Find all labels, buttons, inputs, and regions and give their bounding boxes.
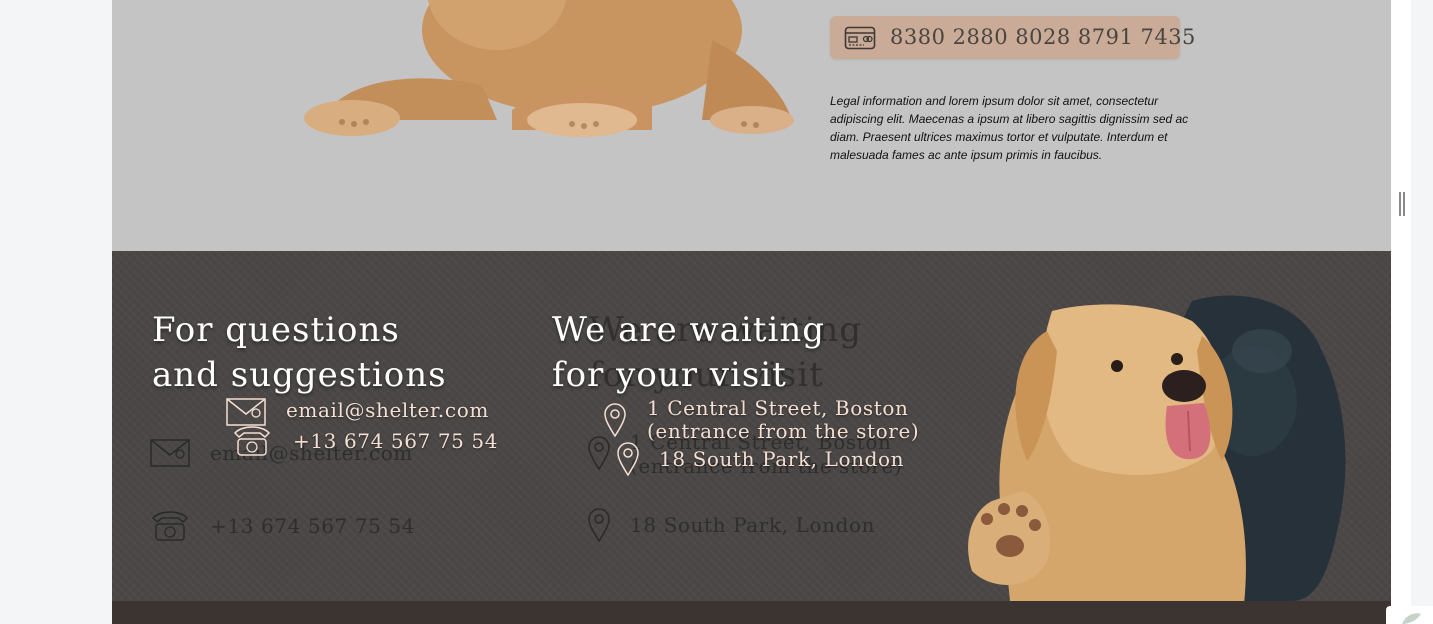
- location-pin-icon: [617, 442, 639, 476]
- footer-bottom-bar: [112, 601, 1391, 624]
- address-1: 1 Central Street, Boston (entrance from …: [647, 396, 920, 443]
- leaf-icon: [1402, 613, 1421, 624]
- ghost-phone: +13 674 567 75 54: [210, 514, 416, 538]
- location-pin-icon: [588, 436, 610, 470]
- address-2: 18 South Park, London: [659, 447, 905, 471]
- phone-link[interactable]: +13 674 567 75 54: [293, 429, 498, 453]
- email-link[interactable]: email@shelter.com: [286, 398, 489, 422]
- location-pin-icon: [588, 508, 610, 542]
- telephone-icon: [233, 426, 271, 456]
- ghost-address-2: 18 South Park, London: [630, 513, 876, 537]
- contact-title: For questions and suggestions: [152, 310, 447, 395]
- footer: We are waiting for your visit email@shel…: [112, 251, 1391, 624]
- location-pin-icon: [604, 403, 626, 437]
- page-content: 8380 2880 8028 8791 7435 Legal informati…: [112, 0, 1391, 624]
- card-number: 8380 2880 8028 8791 7435: [890, 25, 1196, 49]
- legal-info: Legal information and lorem ipsum dolor …: [830, 94, 1189, 162]
- credit-card-icon: [844, 26, 876, 50]
- scrollbar-handle[interactable]: [1399, 192, 1405, 216]
- visit-title: We are waiting for your visit: [552, 310, 826, 395]
- scrollbar-track[interactable]: [1391, 0, 1411, 624]
- card-number-box[interactable]: 8380 2880 8028 8791 7435: [830, 16, 1195, 59]
- puppy-waving-image: [968, 304, 1246, 621]
- envelope-icon: [226, 398, 266, 426]
- puppy-lying-image: [304, 0, 794, 137]
- telephone-icon: [151, 511, 189, 541]
- corner-widget[interactable]: [1386, 606, 1433, 624]
- envelope-icon: [150, 439, 190, 467]
